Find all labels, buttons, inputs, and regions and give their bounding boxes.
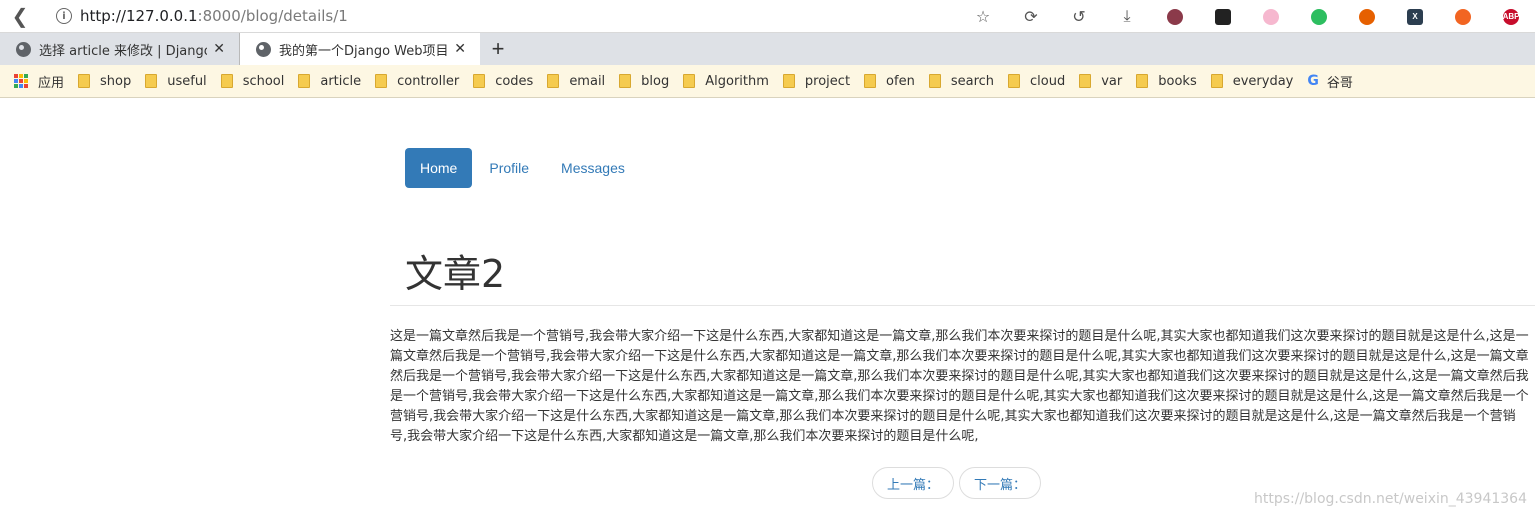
bookmark-label: blog [641, 73, 670, 89]
bookmark-label: cloud [1030, 73, 1066, 89]
bookmark-cloud[interactable]: cloud [1008, 74, 1065, 89]
globe-icon [256, 41, 271, 57]
network-icon[interactable] [1439, 0, 1487, 33]
globe-icon [16, 41, 31, 57]
star-icon[interactable]: ☆ [959, 0, 1007, 33]
evernote-icon[interactable] [1295, 0, 1343, 33]
address-bar: ❮ i http://127.0.0.1:8000/blog/details/1… [0, 0, 1535, 33]
folder-icon [547, 74, 560, 88]
tab-strip: 选择 article 来修改 | Django 站 ✕ 我的第一个Django … [0, 33, 1535, 65]
bookmark-label: shop [100, 73, 132, 89]
bookmark-apps[interactable]: 应用 [14, 72, 64, 91]
bookmark-everyday[interactable]: everyday [1210, 73, 1294, 89]
x-icon[interactable]: X [1391, 0, 1439, 33]
tab-blog[interactable]: 我的第一个Django Web项目 ✕ [240, 33, 480, 65]
pager: 上一篇： 下一篇： [872, 467, 1046, 499]
bookmark-label: search [950, 73, 995, 89]
watermark: https://blog.csdn.net/weixin_43941364 [1253, 491, 1527, 507]
google-icon: G [1307, 73, 1319, 89]
bookmark-label: 应用 [38, 75, 65, 91]
info-icon[interactable]: i [56, 8, 72, 24]
bookmark-label: 谷哥 [1326, 75, 1353, 91]
bookmark-label: project [804, 73, 851, 89]
nav-messages[interactable]: Messages [546, 148, 640, 188]
prev-article-button[interactable]: 上一篇： [872, 467, 955, 499]
close-icon[interactable]: ✕ [213, 41, 225, 57]
bookmark-blog[interactable]: blog [619, 74, 669, 89]
bookmark-label: useful [167, 73, 207, 89]
article-body: 这是一篇文章然后我是一个营销号,我会带大家介绍一下这是什么东西,大家都知道这是一… [390, 329, 1529, 444]
folder-icon [298, 74, 311, 88]
bookmark-useful[interactable]: useful [145, 73, 207, 89]
new-tab-plus-icon[interactable]: + [482, 33, 514, 65]
nav-profile[interactable]: Profile [474, 148, 544, 188]
back-arrow-icon[interactable]: ❮ [0, 0, 40, 33]
nav-home[interactable]: Home [405, 148, 473, 188]
bookmark-label: books [1158, 73, 1197, 89]
avatar-icon[interactable] [1151, 0, 1199, 33]
bookmark-school[interactable]: school [220, 73, 285, 89]
folder-icon [220, 74, 233, 88]
bookmark-controller[interactable]: controller [375, 74, 459, 89]
cat-icon[interactable] [1247, 0, 1295, 33]
bookmark-label: controller [397, 73, 460, 89]
url-host: http://127.0.0.1 [80, 7, 198, 25]
next-article-button[interactable]: 下一篇： [959, 467, 1042, 499]
folder-icon [375, 74, 388, 88]
bookmark-project[interactable]: project [782, 73, 851, 89]
close-icon[interactable]: ✕ [454, 41, 466, 57]
title-divider [390, 305, 1535, 306]
article-title: 文章2 [405, 252, 506, 296]
bookmark-var[interactable]: var [1079, 74, 1122, 89]
download-icon[interactable]: ⤓ [1103, 0, 1151, 33]
history-icon[interactable]: ↺ [1055, 0, 1103, 33]
folder-icon [683, 74, 696, 88]
folder-icon [1210, 74, 1223, 88]
bookmark-label: article [320, 73, 362, 89]
url-path: :8000/blog/details/1 [197, 7, 348, 25]
folder-icon [473, 74, 486, 88]
tab-admin[interactable]: 选择 article 来修改 | Django 站 ✕ [0, 33, 240, 65]
folder-icon [78, 74, 91, 88]
bookmark-label: ofen [886, 73, 915, 89]
bookmark-shop[interactable]: shop [78, 74, 131, 89]
abp-icon[interactable]: ABP [1487, 0, 1535, 33]
bookmark-algorithm[interactable]: Algorithm [683, 74, 769, 89]
folder-icon [782, 74, 795, 88]
folder-icon [145, 74, 158, 88]
bookmark-label: email [569, 73, 606, 89]
extension-icon[interactable] [1199, 0, 1247, 33]
firefox-icon[interactable] [1343, 0, 1391, 33]
bookmark-codes[interactable]: codes [473, 74, 533, 89]
bookmark-google[interactable]: G 谷哥 [1307, 72, 1353, 91]
bookmark-ofen[interactable]: ofen [864, 74, 915, 89]
folder-icon [1136, 74, 1149, 88]
tab-title: 选择 article 来修改 | Django 站 [39, 43, 208, 59]
folder-icon [619, 74, 632, 88]
bookmark-label: school [242, 73, 285, 89]
folder-icon [928, 74, 941, 88]
bookmark-folders: shop useful school article controller codes em… [78, 74, 1307, 89]
bookmark-label: everyday [1232, 73, 1294, 89]
folder-icon [864, 74, 877, 88]
bookmark-article[interactable]: article [298, 74, 361, 89]
bookmark-label: codes [495, 73, 534, 89]
bookmark-search[interactable]: search [928, 73, 995, 89]
abp-label: ABP [1503, 8, 1519, 25]
bookmark-label: Algorithm [705, 73, 769, 89]
apps-grid-icon [14, 74, 28, 88]
folder-icon [1008, 74, 1021, 88]
tab-title: 我的第一个Django Web项目 [279, 43, 449, 59]
bookmarks-bar: 应用 shop useful school article controller code… [0, 65, 1535, 98]
nav-pills: Home Profile Messages [405, 148, 642, 188]
folder-icon [1079, 74, 1092, 88]
bookmark-books[interactable]: books [1136, 73, 1197, 89]
url-field[interactable]: http://127.0.0.1:8000/blog/details/1 [80, 7, 348, 25]
bookmark-label: var [1101, 73, 1123, 89]
toolbar-icons: ☆ ⟳ ↺ ⤓ X ABP [959, 0, 1535, 33]
bookmark-email[interactable]: email [547, 74, 605, 89]
sync-icon[interactable]: ⟳ [1007, 0, 1055, 33]
